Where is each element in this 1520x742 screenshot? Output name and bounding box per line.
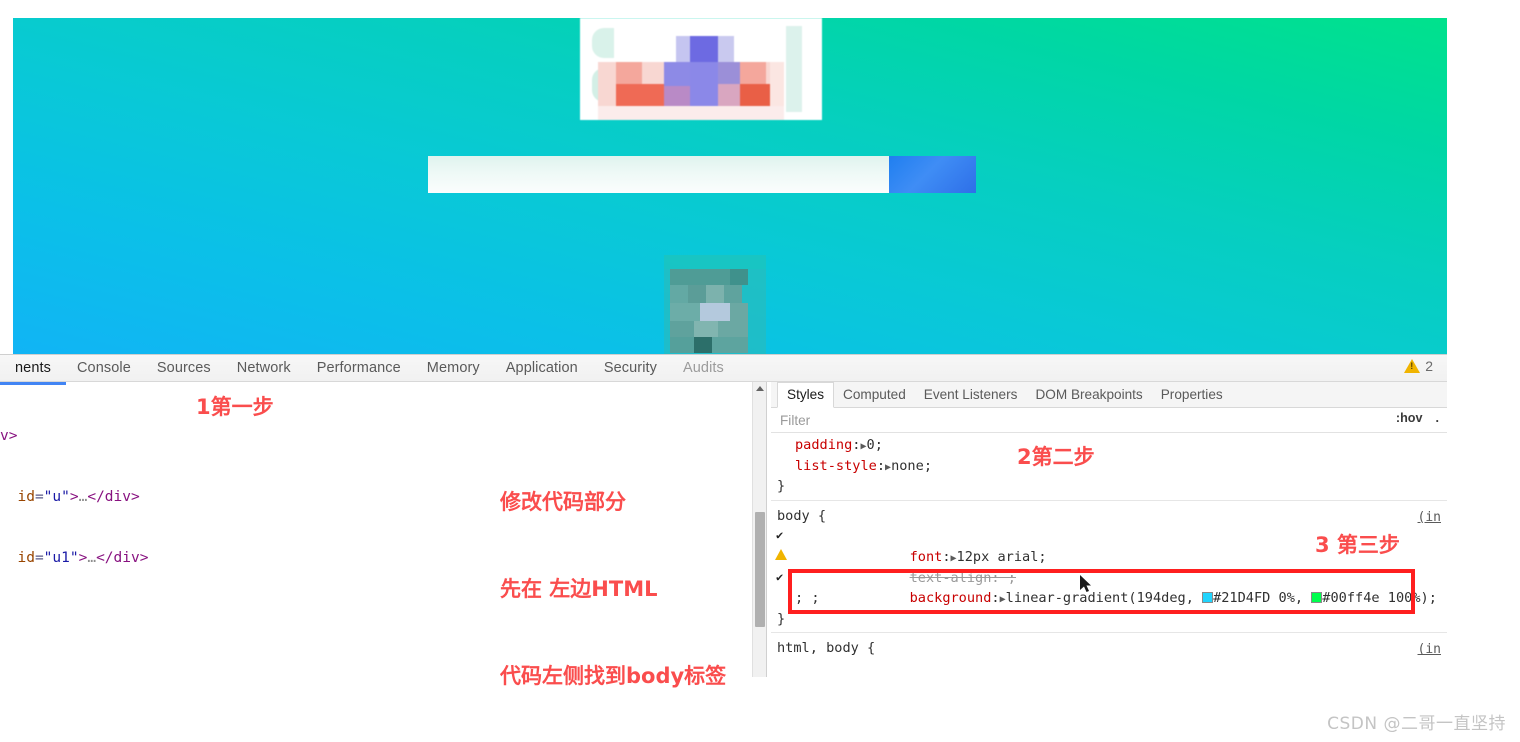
- styles-filter-bar: Filter :hov .: [771, 408, 1447, 433]
- blurred-search-button[interactable]: [889, 156, 976, 193]
- declaration-checkbox[interactable]: ✔: [776, 571, 788, 583]
- prop-name: padding: [795, 437, 853, 453]
- css-rule-close: }: [777, 478, 786, 495]
- blurred-site-logo: [580, 18, 822, 120]
- annotation-step-1: 1第一步: [196, 395, 274, 419]
- warning-badge[interactable]: 2: [1404, 358, 1433, 374]
- declaration-checkbox[interactable]: ✔: [776, 529, 788, 541]
- tab-console[interactable]: Console: [64, 355, 144, 381]
- tab-elements[interactable]: nents: [2, 355, 64, 381]
- devtools-tabbar: nents Console Sources Network Performanc…: [0, 355, 1447, 382]
- tab-dom-breakpoints[interactable]: DOM Breakpoints: [1026, 382, 1151, 407]
- filter-input[interactable]: Filter: [771, 413, 810, 428]
- scrollbar-thumb[interactable]: [755, 512, 765, 627]
- prop-value: none: [891, 457, 924, 474]
- tab-memory[interactable]: Memory: [414, 355, 493, 381]
- screenshot-root: nents Console Sources Network Performanc…: [0, 0, 1520, 742]
- blurred-qrcode-image: [664, 255, 766, 354]
- tab-application[interactable]: Application: [493, 355, 591, 381]
- annotation-step-3: 3 第三步: [1315, 533, 1400, 557]
- tab-security[interactable]: Security: [591, 355, 670, 381]
- dom-line[interactable]: v>: [0, 426, 306, 446]
- css-selector-body[interactable]: body {(in: [771, 506, 1447, 527]
- dom-line[interactable]: id="u">…</div>: [0, 487, 306, 507]
- tab-event-listeners[interactable]: Event Listeners: [915, 382, 1027, 407]
- tab-performance[interactable]: Performance: [304, 355, 414, 381]
- stylesheet-source-link[interactable]: (in: [1418, 508, 1441, 529]
- prop-value: 0: [866, 437, 875, 453]
- tab-computed[interactable]: Computed: [834, 382, 915, 407]
- css-declaration-background[interactable]: ✔ background:▶linear-gradient(194deg, #21…: [771, 568, 1447, 607]
- css-rule-body: body {(in ✔ font:▶12px arial; text-align:…: [771, 499, 1447, 633]
- annotation-instructions: 修改代码部分 先在 左边HTML 代码左侧找到body标签 然后 右边CSS 代…: [500, 430, 755, 742]
- css-rule-partial: padding:▶0; list-style:▶none; }: [771, 433, 1447, 500]
- warning-triangle-icon: [1404, 359, 1421, 373]
- hov-button[interactable]: :hov: [1396, 411, 1423, 425]
- dom-tree-code[interactable]: v> id="u">…</div> id="u1">…</div> ss="s_…: [0, 386, 306, 677]
- stylesheet-source-link[interactable]: (in: [1418, 640, 1441, 661]
- scroll-up-arrow-icon[interactable]: [756, 386, 764, 391]
- css-selector-html-body[interactable]: html, body {(in: [771, 638, 1447, 659]
- dom-line[interactable]: [0, 608, 306, 628]
- styles-tabbar: Styles Computed Event Listeners DOM Brea…: [771, 382, 1447, 408]
- warning-triangle-icon: [775, 548, 787, 560]
- more-options-icon: .: [1435, 411, 1440, 425]
- annotation-line: 先在 左边HTML: [500, 577, 658, 601]
- css-rule-html-body: html, body {(in: [771, 632, 1447, 662]
- tab-sources[interactable]: Sources: [144, 355, 224, 381]
- annotation-line: 修改代码部分: [500, 490, 626, 514]
- css-declaration-empty[interactable]: ; ;: [771, 588, 1447, 609]
- tab-network[interactable]: Network: [224, 355, 304, 381]
- annotation-step-2: 2第二步: [1017, 445, 1095, 469]
- tab-audits[interactable]: Audits: [670, 355, 737, 381]
- tab-properties[interactable]: Properties: [1152, 382, 1232, 407]
- tab-styles[interactable]: Styles: [777, 382, 835, 408]
- css-declaration[interactable]: list-style:▶none;: [771, 456, 1447, 477]
- dom-line[interactable]: [0, 669, 306, 677]
- css-declaration[interactable]: padding:▶0;: [771, 435, 1447, 456]
- csdn-watermark: CSDN @二哥一直坚持: [1327, 714, 1506, 734]
- dom-line[interactable]: id="u1">…</div>: [0, 548, 306, 568]
- prop-name: list-style: [795, 457, 877, 474]
- browser-page-preview: [13, 18, 1447, 354]
- css-rule-close: }: [777, 610, 786, 627]
- annotation-line: 代码左侧找到body标签: [500, 664, 727, 688]
- warning-count: 2: [1425, 358, 1433, 374]
- selected-tab-underline: [0, 382, 66, 385]
